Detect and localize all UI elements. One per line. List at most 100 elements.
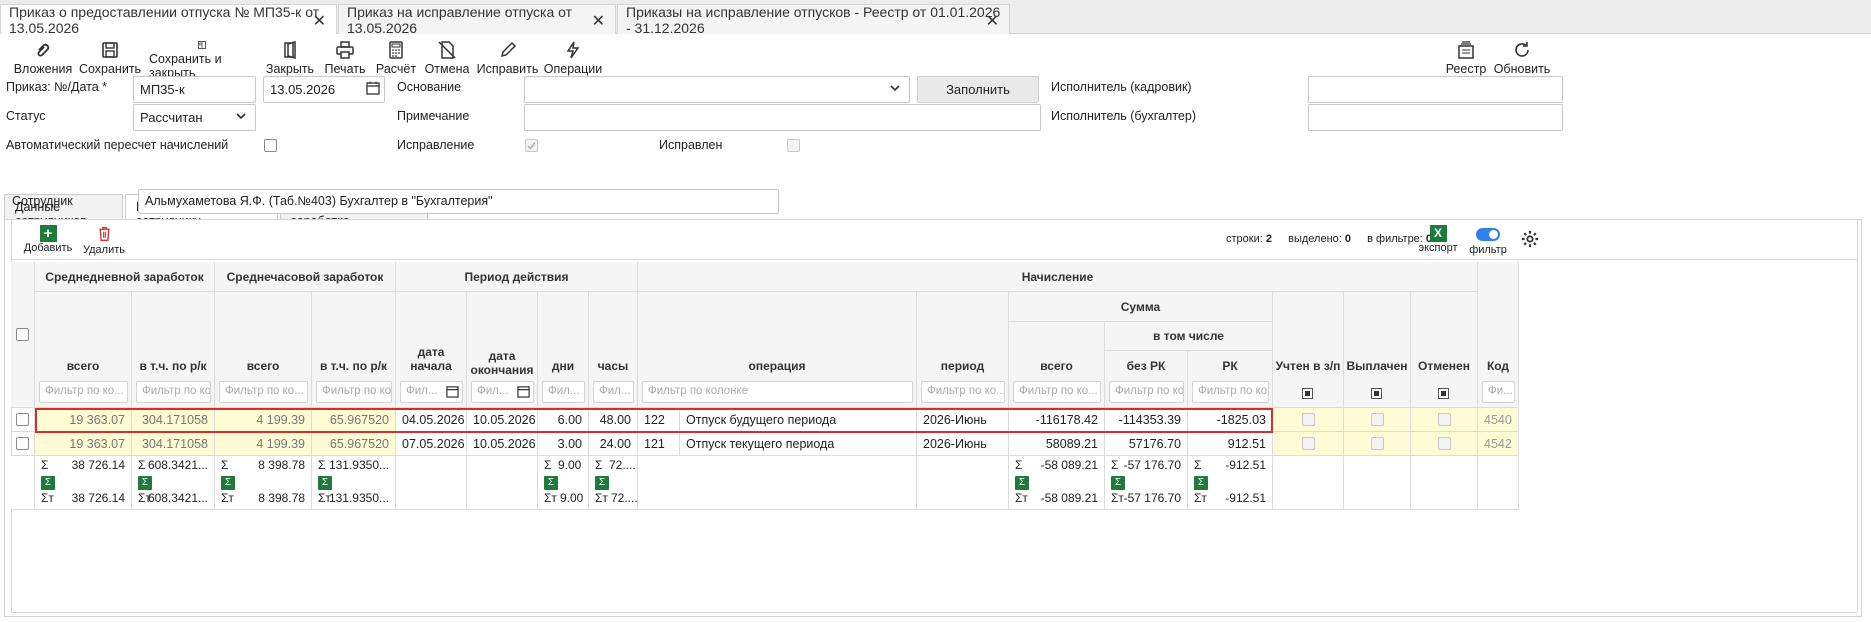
- row-checkbox[interactable]: [16, 413, 29, 426]
- close-icon[interactable]: ✕: [592, 11, 605, 31]
- filter-date-end[interactable]: Фил...: [471, 381, 534, 403]
- cell-op-code[interactable]: 121: [638, 432, 680, 456]
- print-button[interactable]: Печать: [325, 40, 365, 80]
- refresh-button[interactable]: Обновить: [1494, 40, 1550, 80]
- cell-hourly-total[interactable]: 4 199.39: [215, 408, 312, 432]
- sigma-toggle-icon[interactable]: Σ: [1194, 476, 1208, 490]
- cell-sum-rk[interactable]: -1825.03: [1188, 408, 1273, 432]
- filter-hours[interactable]: Фил...: [593, 381, 634, 403]
- cell-code[interactable]: 4542: [1478, 432, 1519, 456]
- cell-end[interactable]: 10.05.2026: [467, 432, 538, 456]
- totals-cell-daily-total: Σ 38 726.14 Σ Σт 38 726.14: [35, 456, 132, 510]
- cell-code[interactable]: 4540: [1478, 408, 1519, 432]
- order-number-input[interactable]: МП35-к: [133, 76, 256, 103]
- filter-code[interactable]: Фи...: [1482, 381, 1515, 403]
- close-icon[interactable]: ✕: [986, 11, 999, 31]
- sigma-toggle-icon[interactable]: Σ: [221, 476, 235, 490]
- save-button[interactable]: Сохранить: [79, 40, 141, 80]
- cell-daily-total[interactable]: 19 363.07: [35, 408, 132, 432]
- cell-hours[interactable]: 24.00: [589, 432, 638, 456]
- sigma-icon: Σ: [1111, 458, 1119, 472]
- row-checkbox[interactable]: [16, 437, 29, 450]
- calendar-icon[interactable]: [517, 385, 530, 401]
- calendar-icon[interactable]: [446, 385, 459, 401]
- filter-sum-total[interactable]: Фильтр по ко...: [1013, 381, 1101, 403]
- cell-op-name[interactable]: Отпуск текущего периода: [680, 432, 917, 456]
- sigma-toggle-icon[interactable]: Σ: [138, 476, 152, 490]
- status-value: Рассчитан: [140, 110, 203, 125]
- fix-button[interactable]: Исправить: [477, 40, 538, 80]
- cell-daily-rk[interactable]: 304.171058: [132, 408, 215, 432]
- total-value-filtered: 608.3421...: [147, 491, 208, 505]
- select-all-checkbox[interactable]: [16, 328, 29, 341]
- cell-start[interactable]: 07.05.2026: [396, 432, 467, 456]
- cell-op-code[interactable]: 122: [638, 408, 680, 432]
- cell-hourly-total[interactable]: 4 199.39: [215, 432, 312, 456]
- filter-daily-total[interactable]: Фильтр по ко...: [39, 381, 128, 403]
- cancel-doc-icon: [438, 41, 456, 59]
- close-button[interactable]: Закрыть: [266, 40, 314, 80]
- exec-hr-input[interactable]: [1308, 76, 1563, 103]
- status-select[interactable]: Рассчитан: [133, 104, 256, 131]
- cell-period[interactable]: 2026-Июнь: [917, 408, 1009, 432]
- rows-label: строки:: [1226, 233, 1263, 245]
- cell-hourly-rk[interactable]: 65.967520: [312, 432, 396, 456]
- filter-hourly-total[interactable]: Фильтр по ко...: [219, 381, 308, 403]
- note-input[interactable]: [524, 104, 1041, 131]
- order-date-input[interactable]: 13.05.2026: [263, 76, 385, 103]
- cell-period[interactable]: 2026-Июнь: [917, 432, 1009, 456]
- cell-daily-rk[interactable]: 304.171058: [132, 432, 215, 456]
- sigma-toggle-icon[interactable]: Σ: [1015, 476, 1029, 490]
- cell-sum-total[interactable]: 58089.21: [1009, 432, 1105, 456]
- cell-days[interactable]: 3.00: [538, 432, 589, 456]
- totals-cell-empty: [11, 456, 35, 510]
- sigma-toggle-icon[interactable]: Σ: [41, 476, 55, 490]
- close-icon[interactable]: ✕: [313, 11, 326, 31]
- cell-sum-no-rk[interactable]: 57176.70: [1105, 432, 1188, 456]
- employee-field[interactable]: Альмухаметова Я.Ф. (Таб.№403) Бухгалтер …: [138, 189, 779, 214]
- filter-paid-checkbox[interactable]: [1371, 388, 1382, 399]
- auto-recalc-checkbox[interactable]: [264, 139, 277, 152]
- tab-correction-order[interactable]: Приказ на исправление отпуска от 13.05.2…: [338, 4, 616, 36]
- cell-end[interactable]: 10.05.2026: [467, 408, 538, 432]
- employee-label: Сотрудник: [12, 194, 73, 208]
- filter-accr-period[interactable]: Фильтр по ко...: [921, 381, 1005, 403]
- operations-button[interactable]: Операции: [544, 40, 602, 80]
- filter-date-start[interactable]: Фил...: [400, 381, 463, 403]
- basis-select[interactable]: [524, 76, 910, 103]
- sigma-toggle-icon[interactable]: Σ: [1111, 476, 1125, 490]
- calendar-icon[interactable]: [366, 81, 380, 98]
- cell-days[interactable]: 6.00: [538, 408, 589, 432]
- sigma-toggle-icon[interactable]: Σ: [595, 476, 609, 490]
- cell-hours[interactable]: 48.00: [589, 408, 638, 432]
- exec-acc-input[interactable]: [1308, 104, 1563, 131]
- filter-days[interactable]: Фил...: [542, 381, 585, 403]
- sigma-toggle-icon[interactable]: Σ: [318, 476, 332, 490]
- cell-sum-rk[interactable]: 912.51: [1188, 432, 1273, 456]
- calc-button[interactable]: Расчёт: [376, 40, 416, 80]
- filter-daily-rk[interactable]: Фильтр по ко...: [136, 381, 211, 403]
- save-close-button[interactable]: Сохранить и закрыть: [149, 40, 255, 80]
- sigma-t-icon: Σт: [1015, 491, 1028, 505]
- registry-label: Реестр: [1445, 62, 1487, 76]
- sigma-toggle-icon[interactable]: Σ: [544, 476, 558, 490]
- cell-start[interactable]: 04.05.2026: [396, 408, 467, 432]
- cancel-button[interactable]: Отмена: [425, 40, 469, 80]
- filter-rk[interactable]: Фильтр по ко...: [1192, 381, 1269, 403]
- cell-hourly-rk[interactable]: 65.967520: [312, 408, 396, 432]
- tab-vacation-order[interactable]: Приказ о предоставлении отпуска № МП35-к…: [0, 4, 337, 36]
- cell-op-name[interactable]: Отпуск будущего периода: [680, 408, 917, 432]
- cell-sum-no-rk[interactable]: -114353.39: [1105, 408, 1188, 432]
- filter-counted-checkbox[interactable]: [1302, 388, 1313, 399]
- filter-without-rk[interactable]: Фильтр по ко...: [1109, 381, 1184, 403]
- gear-icon[interactable]: [1521, 230, 1539, 251]
- registry-button[interactable]: Реестр: [1445, 40, 1487, 80]
- filter-cancelled-checkbox[interactable]: [1438, 388, 1449, 399]
- tab-corrections-registry[interactable]: Приказы на исправление отпусков - Реестр…: [617, 4, 1010, 36]
- filter-operation[interactable]: Фильтр по колонке: [642, 381, 913, 403]
- attachments-button[interactable]: Вложения: [14, 40, 72, 80]
- cell-daily-total[interactable]: 19 363.07: [35, 432, 132, 456]
- filter-hourly-rk[interactable]: Фильтр по ко...: [316, 381, 392, 403]
- fill-button[interactable]: Заполнить: [917, 76, 1039, 103]
- cell-sum-total[interactable]: -116178.42: [1009, 408, 1105, 432]
